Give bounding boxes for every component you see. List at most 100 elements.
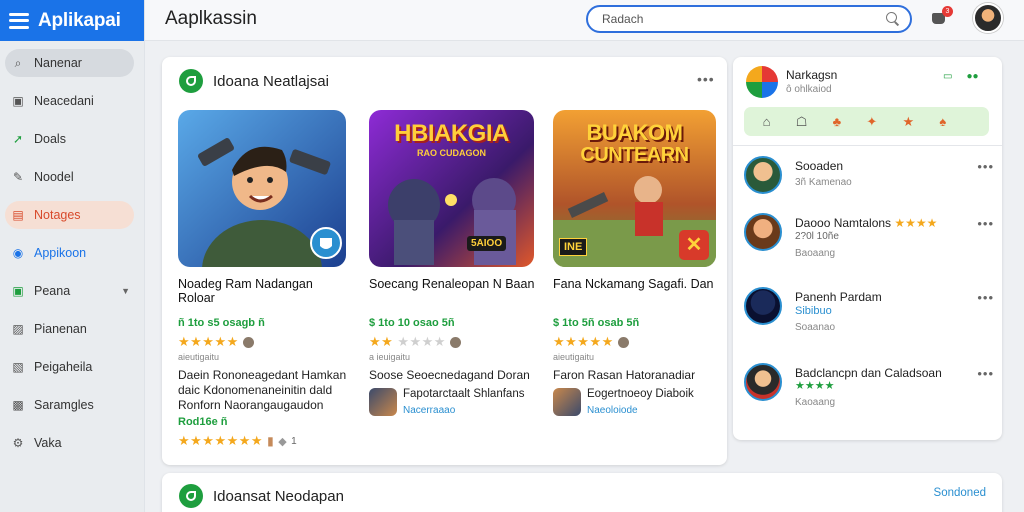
sidebar-item-label: Neacedani (34, 94, 94, 108)
game-description: Soose Seoecnedagand Doran (369, 368, 530, 382)
profile-avatar[interactable] (746, 66, 778, 98)
club-icon[interactable]: ♣ (833, 114, 842, 129)
sidebar-item-label: Vaka (34, 436, 62, 450)
sidebar-item-noodel[interactable]: ✎ Noodel (5, 163, 134, 191)
profile-name[interactable]: Narkagsn (786, 68, 837, 82)
more-options-icon[interactable]: ••• (977, 159, 994, 174)
game-title[interactable]: Noadeg Ram Nadangan Roloar (178, 277, 348, 307)
friend-avatar[interactable] (744, 213, 782, 251)
cart-icon[interactable]: 3 (931, 6, 953, 29)
more-options-icon[interactable]: ••• (977, 216, 994, 231)
search-icon: ⌕ (14, 55, 22, 70)
game-thumbnail[interactable]: BUAKOM CUNTEARN INE ✕ (553, 110, 716, 267)
divider (733, 145, 1002, 146)
message-icon[interactable]: ▭ (943, 71, 952, 82)
friend-subtitle: Sibibuo (795, 305, 832, 317)
social-panel: Narkagsn ô ohlkaiod ▭ ●● ⌂ ☖ ♣ ✦ ★ ♠ Soo… (733, 57, 1002, 440)
page-title: Aaplkassin (165, 8, 257, 29)
coin-icon (617, 336, 629, 348)
sidebar-item-label: Appikoon (34, 246, 87, 260)
game-description: Faron Rasan Hatoranadiar (553, 368, 696, 382)
menu-icon[interactable] (9, 12, 29, 29)
sidebar-item-nanenar[interactable]: ⌕ Nanenar (5, 49, 134, 77)
image-icon: ▧ (12, 360, 24, 374)
game-card[interactable]: HBIAKGIA RAO CUDAGON 5AIOO Soecang Renal… (369, 110, 539, 416)
sidebar-item-neacedani[interactable]: ▣ Neacedani (5, 87, 134, 115)
star-rating: ★★★★★★★ (178, 433, 264, 448)
game-small-text: aieutigaitu (178, 352, 220, 362)
more-options-icon[interactable]: ••• (977, 366, 994, 381)
sidebar-item-notages[interactable]: ▤ Notages (5, 201, 134, 229)
extra-rating: ★★★★★★★ ▮ ◆ 1 (178, 433, 348, 449)
more-options-icon[interactable]: ••• (697, 71, 715, 87)
developer-row[interactable]: Fapotarctaalt Shlanfans Nacerraaao (369, 387, 539, 416)
game-title[interactable]: Fana Nckamang Sagafi. Dan (553, 277, 723, 307)
developer-link[interactable]: Nacerraaao (403, 405, 524, 416)
sidebar-item-doals[interactable]: ➚ Doals (5, 125, 134, 153)
friend-subtitle: 3ñ Kamenao (795, 177, 852, 188)
sidebar-item-vaka[interactable]: ⚙ Vaka (5, 429, 134, 457)
sidebar-item-pianenan[interactable]: ▨ Pianenan (5, 315, 134, 343)
check-square-icon: ▣ (12, 284, 24, 298)
game-card[interactable]: Noadeg Ram Nadangan Roloar ñ 1to s5 osag… (178, 110, 348, 449)
rating-stars: ★★★★★ (178, 334, 348, 350)
friend-status: Kaoaang (795, 397, 836, 408)
leaf-icon (179, 484, 203, 508)
game-meta: ñ 1to s5 osagb ñ (178, 317, 265, 329)
sidebar-item-appikoon[interactable]: ◉ Appikoon (5, 239, 134, 267)
thumbnail-badge: 5AIOO (467, 236, 507, 251)
sidebar-item-peana[interactable]: ▣ Peana ▼ (5, 277, 134, 305)
top-header: Aaplkassin 3 (145, 0, 1024, 41)
image-icon: ▨ (12, 322, 24, 336)
notification-badge: 3 (942, 6, 953, 17)
photo-icon: ▩ (12, 398, 24, 412)
sidebar-item-label: Nanenar (34, 56, 82, 70)
sparkle-icon[interactable]: ✦ (866, 114, 877, 130)
star-icon[interactable]: ★ (903, 114, 915, 130)
star-rating: ★★★★★ (553, 334, 614, 349)
search-box[interactable] (586, 5, 912, 33)
star-rating-empty: ★★★★ (397, 334, 446, 349)
developer-avatar (553, 387, 581, 416)
developer-row[interactable]: Eogertnoeoy Diaboik Naeoloiode (553, 387, 723, 416)
star-rating-filled: ★★ (369, 334, 394, 349)
sidebar-item-label: Notages (34, 208, 81, 222)
sidebar-item-label: Doals (34, 132, 66, 146)
friend-name: Daooo Namtalons ★★★★ (795, 216, 937, 230)
sidebar-item-saramgles[interactable]: ▩ Saramgles (5, 391, 134, 419)
game-title[interactable]: Soecang Renaleopan N Baan (369, 277, 539, 307)
star-rating: ★★★★★ (178, 334, 239, 349)
section-title: Idoana Neatlajsai (213, 72, 329, 90)
badge-icon: ▮ (267, 434, 275, 448)
options-icon[interactable]: ●● (966, 71, 978, 82)
game-thumbnail[interactable]: HBIAKGIA RAO CUDAGON 5AIOO (369, 110, 534, 267)
section-header: Idoansat Neodapan (179, 484, 344, 508)
sidebar-item-peigaheila[interactable]: ▧ Peigaheila (5, 353, 134, 381)
folder-icon: ▤ (12, 208, 24, 222)
sidebar-item-label: Saramgles (34, 398, 94, 412)
friend-avatar[interactable] (744, 363, 782, 401)
search-icon[interactable] (886, 12, 900, 26)
game-card[interactable]: BUAKOM CUNTEARN INE ✕ Fana Nckamang Saga… (553, 110, 723, 416)
sidebar-item-label: Noodel (34, 170, 74, 184)
game-thumbnail[interactable] (178, 110, 346, 267)
pencil-icon: ✎ (12, 170, 24, 184)
more-options-icon[interactable]: ••• (977, 290, 994, 305)
friend-avatar[interactable] (744, 156, 782, 194)
developer-name: Eogertnoeoy Diaboik (587, 388, 694, 400)
friend-avatar[interactable] (744, 287, 782, 325)
developer-avatar (369, 387, 397, 416)
sidebar-item-label: Peana (34, 284, 71, 298)
spade-icon[interactable]: ♠ (939, 114, 946, 129)
developer-link[interactable]: Naeoloiode (587, 405, 694, 416)
user-avatar[interactable] (973, 3, 1003, 33)
thumbnail-title: HBIAKGIA (394, 120, 509, 147)
home-icon[interactable]: ⌂ (763, 114, 771, 129)
search-input[interactable] (602, 12, 886, 26)
chevron-down-icon[interactable]: ▼ (121, 286, 130, 296)
sidebar-item-label: Peigaheila (34, 360, 93, 374)
game-small-text: aieutigaitu (553, 352, 595, 362)
see-all-link[interactable]: Sondoned (934, 487, 986, 499)
bell-icon[interactable]: ☖ (796, 114, 808, 130)
profile-subtitle: ô ohlkaiod (786, 84, 832, 95)
